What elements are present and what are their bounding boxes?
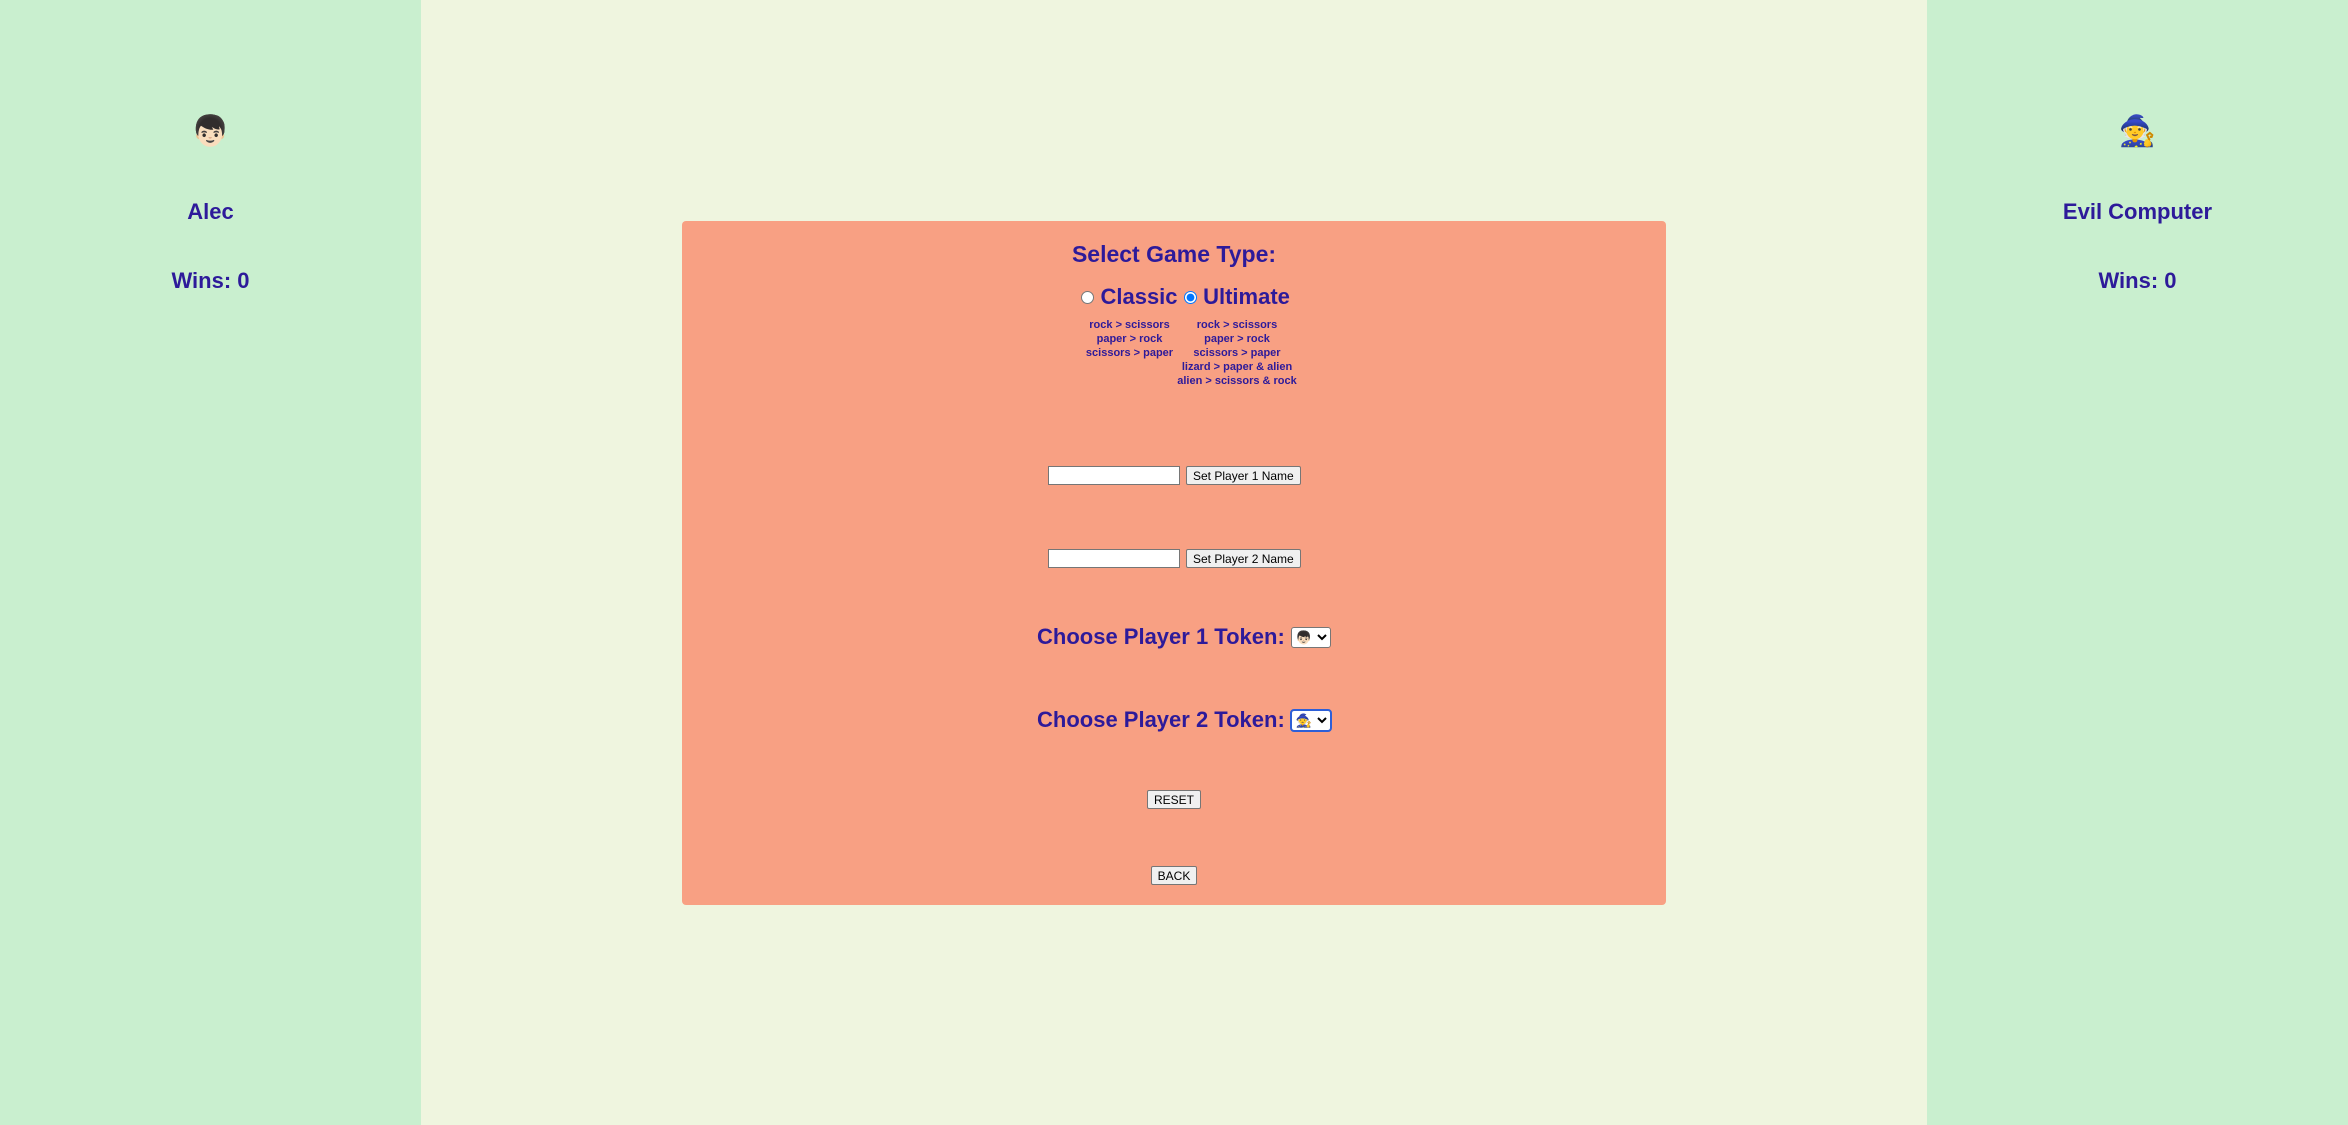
back-row: BACK xyxy=(682,866,1666,885)
ultimate-radio[interactable] xyxy=(1184,290,1198,304)
player1-name-row: Set Player 1 Name xyxy=(1048,466,1301,485)
player2-token-label: Choose Player 2 Token: xyxy=(1037,707,1285,732)
player1-token-select[interactable]: 👦🏻 xyxy=(1290,626,1331,648)
player2-token-row: Choose Player 2 Token: 🧙 xyxy=(1037,707,1332,733)
reset-button[interactable]: RESET xyxy=(1146,790,1201,809)
player2-wins-label: Wins: xyxy=(2098,268,2159,293)
player2-name-row: Set Player 2 Name xyxy=(1048,549,1301,568)
player1-token-display: 👦🏻 xyxy=(191,115,230,148)
ultimate-label: Ultimate xyxy=(1203,284,1290,309)
player2-wins: Wins: 0 xyxy=(1927,268,2348,294)
player2-sidebar: 🧙 Evil Computer Wins: 0 xyxy=(1927,0,2348,1125)
reset-row: RESET xyxy=(682,790,1666,809)
ultimate-rule: paper > rock xyxy=(1204,333,1270,345)
player1-sidebar: 👦🏻 Alec Wins: 0 xyxy=(0,0,421,1125)
game-type-title: Select Game Type: xyxy=(1071,241,1277,267)
player2-wins-count: 0 xyxy=(2164,268,2177,293)
player1-wins: Wins: 0 xyxy=(0,268,421,294)
set-player1-name-button[interactable]: Set Player 1 Name xyxy=(1186,466,1301,485)
player1-wins-label: Wins: xyxy=(171,268,232,293)
classic-radio[interactable] xyxy=(1081,290,1095,304)
player2-name-input[interactable] xyxy=(1048,549,1180,568)
player1-name: Alec xyxy=(187,199,234,224)
ultimate-radio-label[interactable]: Ultimate xyxy=(1184,284,1290,310)
player1-token-row: Choose Player 1 Token: 👦🏻 xyxy=(1037,624,1331,650)
back-button[interactable]: BACK xyxy=(1150,866,1198,885)
player2-token-select[interactable]: 🧙 xyxy=(1289,708,1332,732)
player1-name-input[interactable] xyxy=(1048,466,1180,485)
ultimate-rule: scissors > paper xyxy=(1193,347,1281,359)
ultimate-rules: rock > scissors paper > rock scissors > … xyxy=(1142,318,1332,388)
player2-name: Evil Computer xyxy=(2062,199,2213,224)
ultimate-rule: rock > scissors xyxy=(1196,319,1278,331)
ultimate-rule: alien > scissors & rock xyxy=(1177,375,1297,387)
player1-token-label: Choose Player 1 Token: xyxy=(1037,624,1285,649)
player1-wins-count: 0 xyxy=(237,268,250,293)
settings-panel: Select Game Type: Classic rock > scissor… xyxy=(682,221,1666,905)
ultimate-option: Ultimate rock > scissors paper > rock sc… xyxy=(1142,284,1332,388)
ultimate-rule: lizard > paper & alien xyxy=(1181,361,1293,373)
set-player2-name-button[interactable]: Set Player 2 Name xyxy=(1186,549,1301,568)
player2-token-display: 🧙 xyxy=(2118,115,2157,148)
